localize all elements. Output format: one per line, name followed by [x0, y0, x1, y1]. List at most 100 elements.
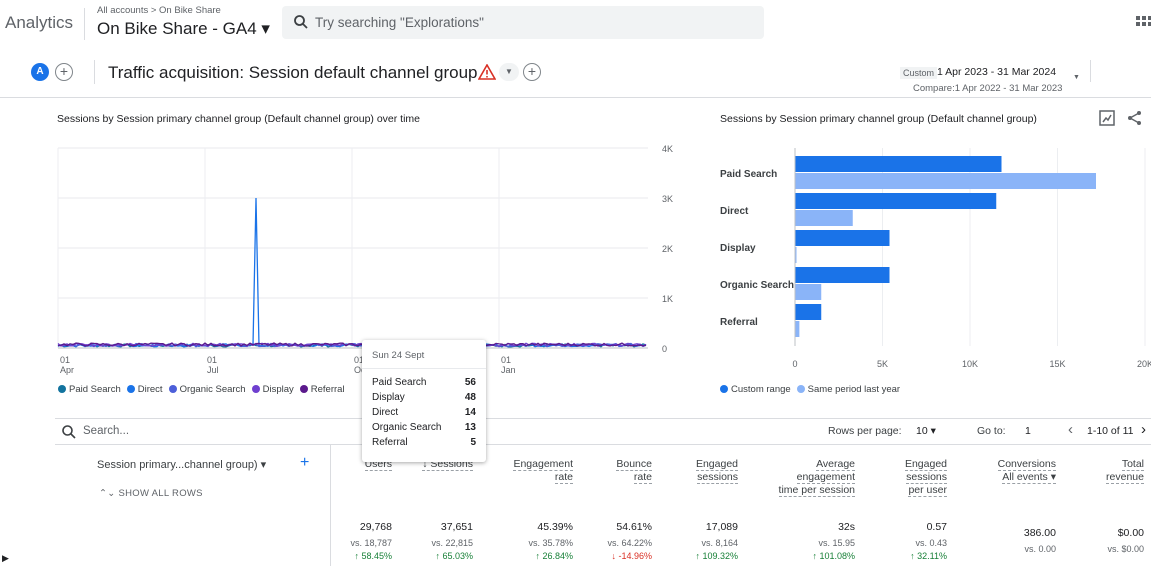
legend-dot-icon	[720, 385, 728, 393]
comparison-value: vs. 0.43	[915, 538, 947, 548]
bar[interactable]	[795, 156, 1002, 172]
change-percent: ↓ -14.96%	[611, 551, 652, 561]
tooltip-value: 14	[464, 407, 476, 418]
sessions-by-channel-chart[interactable]: 0 5K 10K 15K 20K Paid Search Direct Display Orga…	[715, 140, 1151, 380]
legend-dot-icon	[299, 385, 308, 393]
total-value: 32s	[838, 521, 855, 533]
bar[interactable]	[795, 267, 890, 283]
edit-report-icon[interactable]	[1098, 109, 1116, 127]
column-header[interactable]: Conversions All events ▾	[966, 458, 1056, 484]
divider	[94, 60, 95, 84]
legend-item[interactable]: Organic Search	[168, 384, 246, 395]
total-value: 45.39%	[537, 521, 573, 533]
x-tick-label: 01	[207, 355, 217, 365]
legend-item[interactable]: Display	[251, 384, 294, 395]
column-header[interactable]: Engagement rate	[483, 458, 573, 484]
add-dimension-plus-button[interactable]: +	[300, 454, 309, 472]
bar[interactable]	[795, 284, 822, 300]
legend-item[interactable]: Referral	[299, 384, 345, 395]
comparison-value: vs. $0.00	[1107, 544, 1144, 554]
divider	[362, 368, 486, 369]
bar[interactable]	[795, 173, 1096, 189]
expand-arrow-icon[interactable]: ▶	[2, 553, 9, 564]
legend-dot-icon	[251, 385, 260, 393]
comparison-value: vs. 18,787	[350, 538, 392, 548]
column-header-label: Average	[816, 458, 855, 471]
add-dimension-button[interactable]: +	[523, 63, 541, 81]
total-value: 37,651	[440, 521, 473, 533]
column-header[interactable]: Engaged sessions per user	[867, 458, 947, 497]
column-header-label: engagement	[796, 471, 855, 484]
app-name[interactable]: Analytics	[5, 13, 73, 33]
comparison-value: vs. 35.78%	[528, 538, 573, 548]
rows-per-page-select[interactable]: 10 ▾	[916, 425, 936, 437]
table-search-input[interactable]: Search...	[83, 425, 129, 437]
legend-label: Custom range	[731, 384, 791, 395]
breadcrumb[interactable]: All accounts > On Bike Share	[97, 5, 221, 16]
tooltip-row: Display 48	[372, 392, 476, 403]
divider	[55, 418, 1151, 419]
comparison-value: vs. 8,164	[701, 538, 738, 548]
date-range[interactable]: 1 Apr 2023 - 31 Mar 2024	[937, 66, 1056, 78]
legend-label: Referral	[310, 384, 345, 395]
warning-icon[interactable]	[478, 64, 496, 80]
page-title: Traffic acquisition: Session default cha…	[108, 63, 478, 82]
category-label: Organic Search	[720, 280, 794, 291]
tooltip-value: 56	[464, 377, 476, 388]
legend-dot-icon	[58, 385, 66, 393]
tooltip-row: Direct 14	[372, 407, 476, 418]
column-header-label: sessions	[906, 471, 947, 484]
global-search-input[interactable]: Try searching "Explorations"	[282, 6, 764, 39]
bar[interactable]	[795, 210, 853, 226]
x-tick-label: Jan	[501, 365, 516, 375]
y-tick-label: 3K	[662, 194, 673, 204]
column-header-label: Engagement	[513, 458, 573, 471]
x-tick-label: 15K	[1049, 359, 1065, 369]
category-label: Paid Search	[720, 169, 777, 180]
search-icon	[294, 15, 308, 29]
column-header[interactable]: Engaged sessions	[658, 458, 738, 484]
share-icon[interactable]	[1126, 109, 1144, 127]
show-all-rows-button[interactable]: ⌃⌄ SHOW ALL ROWS	[99, 488, 203, 499]
tooltip-label: Direct	[372, 407, 399, 418]
tooltip-label: Paid Search	[372, 377, 427, 388]
tooltip-label: Display	[372, 392, 405, 403]
bar[interactable]	[795, 230, 890, 246]
legend-label: Same period last year	[807, 384, 901, 395]
legend-label: Direct	[137, 384, 163, 395]
bar[interactable]	[795, 193, 997, 209]
legend-item[interactable]: Custom range	[720, 384, 791, 395]
goto-input[interactable]: 1	[1025, 425, 1031, 437]
x-tick-label: 10K	[962, 359, 978, 369]
goto-label: Go to:	[977, 425, 1006, 437]
chevron-left-icon[interactable]: ‹	[1068, 421, 1073, 438]
total-value: 54.61%	[616, 521, 652, 533]
dimension-dropdown-chevron-icon[interactable]: ▼	[499, 63, 519, 81]
line-chart-title: Sessions by Session primary channel grou…	[57, 113, 421, 125]
date-badge: Custom	[900, 67, 938, 79]
add-comparison-button[interactable]: +	[55, 63, 73, 81]
dimension-header-dropdown[interactable]: Session primary...channel group) ▾	[97, 458, 266, 471]
column-header-label: Bounce	[616, 458, 652, 471]
column-header-label: per user	[908, 484, 947, 497]
compare-range[interactable]: Compare:1 Apr 2022 - 31 Mar 2023	[913, 83, 1062, 94]
top-bar: Analytics All accounts > On Bike Share O…	[0, 0, 1151, 48]
legend-label: Organic Search	[179, 384, 246, 395]
bar[interactable]	[795, 321, 800, 337]
x-tick-label: 01	[60, 355, 70, 365]
column-header[interactable]: Total revenue	[1064, 458, 1144, 484]
legend-item[interactable]: Same period last year	[796, 384, 901, 395]
bar[interactable]	[795, 304, 822, 320]
column-header[interactable]: Bounce rate	[582, 458, 652, 484]
total-value: 386.00	[1023, 527, 1056, 539]
chevron-down-icon[interactable]: ▼	[1073, 74, 1080, 81]
apps-grid-icon[interactable]	[1136, 16, 1151, 31]
property-selector[interactable]: On Bike Share - GA4 ▾	[97, 19, 270, 39]
legend-item[interactable]: Direct	[126, 384, 163, 395]
chevron-right-icon[interactable]: ›	[1141, 421, 1146, 438]
x-tick-label: 01	[501, 355, 511, 365]
change-percent: ↑ 65.03%	[435, 551, 473, 561]
legend-item[interactable]: Paid Search	[58, 384, 121, 395]
comparison-avatar[interactable]: A	[31, 63, 49, 81]
column-header[interactable]: Average engagement time per session	[745, 458, 855, 497]
